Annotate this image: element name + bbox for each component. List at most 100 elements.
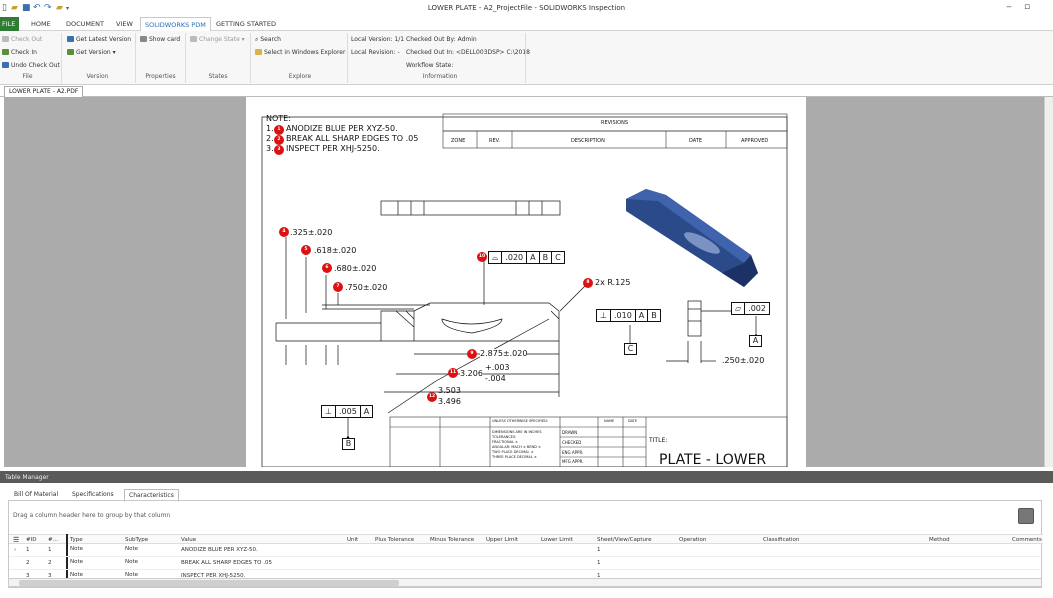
tab-document[interactable]: DOCUMENT — [62, 19, 108, 29]
local-version: Local Version: 1/1 — [351, 36, 405, 43]
drawing-viewer[interactable]: NOTE: 1. ANODIZE BLUE PER XYZ-50. 2. BRE… — [4, 97, 1044, 468]
dimension-2875: 2.875±.020 — [480, 349, 528, 358]
title-bar: ▯ ▰ ■ ↶ ↷ ▰ ▾ LOWER PLATE - A2_ProjectFi… — [0, 0, 1053, 17]
minimize-button[interactable]: ‒ — [1001, 2, 1017, 12]
note-2-text: BREAK ALL SHARP EDGES TO .05 — [286, 134, 419, 143]
scrollbar-thumb[interactable] — [19, 580, 399, 586]
col-method[interactable]: Method — [929, 537, 950, 543]
explorer-folder-icon — [255, 49, 262, 55]
balloon-1[interactable]: 1 — [274, 125, 284, 135]
ribbon-separator — [250, 33, 251, 83]
col-subtype[interactable]: SubType — [125, 537, 148, 543]
note-1-text: ANODIZE BLUE PER XYZ-50. — [286, 124, 398, 133]
flatness-icon: ▱ — [732, 303, 746, 314]
search-icon: ⌕ — [255, 36, 259, 43]
get-latest-version-button[interactable]: Get Latest Version — [67, 36, 131, 43]
show-card-button[interactable]: Show card — [140, 36, 180, 43]
balloon-10[interactable]: 10 — [477, 252, 487, 262]
dimension-3503: 3.503 — [438, 386, 461, 395]
grid-options-icon[interactable] — [1018, 508, 1034, 524]
tab-getting-started[interactable]: GETTING STARTED — [212, 19, 280, 29]
maximize-button[interactable]: ▫ — [1019, 2, 1035, 12]
balloon-7[interactable]: 7 — [333, 282, 343, 292]
show-card-label: Show card — [149, 36, 181, 43]
tb-part-title: PLATE - LOWER — [659, 452, 767, 468]
dimension-250: .250±.020 — [722, 356, 765, 365]
dimension-618: .618±.020 — [314, 246, 357, 255]
col-operation[interactable]: Operation — [679, 537, 706, 543]
group-by-area[interactable]: Drag a column header here to group by th… — [13, 512, 170, 519]
check-out-icon — [2, 36, 9, 42]
balloon-12[interactable]: 12 — [427, 392, 437, 402]
balloon-6[interactable]: 6 — [322, 263, 332, 273]
tb-checked: CHECKED — [562, 440, 582, 445]
group-file: File — [22, 73, 33, 80]
col-lower-limit[interactable]: Lower Limit — [541, 537, 573, 543]
dimension-680: .680±.020 — [334, 264, 377, 273]
change-state-label: Change State ▾ — [199, 36, 245, 43]
change-state-button[interactable]: Change State ▾ — [190, 36, 245, 43]
col-plus-tolerance[interactable]: Plus Tolerance — [375, 537, 414, 543]
fcf-perp-left-datum-a: A — [363, 407, 370, 416]
col-classification[interactable]: Classification — [763, 537, 799, 543]
note-2-number: 2. — [266, 134, 274, 143]
tab-bill-of-material[interactable]: Bill Of Material — [10, 489, 62, 500]
check-in-icon — [2, 49, 9, 55]
table-row[interactable]: › 1 1 Note Note ANODIZE BLUE PER XYZ-50.… — [9, 545, 1043, 557]
workflow-state: Workflow State: — [406, 62, 454, 69]
col-id[interactable]: #ID — [26, 537, 36, 543]
balloon-8[interactable]: 8 — [583, 278, 593, 288]
tab-home[interactable]: HOME — [27, 19, 55, 29]
fcf-perpendicularity-right: ⊥ .010 A B — [596, 309, 661, 322]
undo-check-out-button[interactable]: Undo Check Out — [2, 62, 60, 69]
tab-file[interactable]: FILE — [0, 17, 19, 31]
column-chooser-icon[interactable]: ☰ — [13, 536, 19, 544]
check-in-button[interactable]: Check In — [2, 49, 37, 56]
rev-col-rev: REV. — [489, 138, 500, 144]
col-unit[interactable]: Unit — [347, 537, 358, 543]
balloon-3[interactable]: 3 — [274, 145, 284, 155]
col-num[interactable]: #... — [48, 537, 58, 543]
tb-drawn: DRAWN — [562, 430, 578, 435]
rev-col-zone: ZONE — [451, 138, 466, 144]
viewer-vertical-scrollbar[interactable] — [1044, 97, 1053, 467]
col-sheet-view-capture[interactable]: Sheet/View/Capture — [597, 537, 652, 543]
fcf-perp-right-tol: .010 — [611, 310, 636, 321]
tb-mfg-appr: MFG APPR. — [562, 459, 584, 464]
search-button[interactable]: ⌕ Search — [255, 36, 281, 44]
window-title: LOWER PLATE - A2_ProjectFile - SOLIDWORK… — [427, 4, 626, 12]
document-tab[interactable]: LOWER PLATE - A2.PDF — [4, 86, 84, 97]
grid-horizontal-scrollbar[interactable] — [8, 578, 1042, 587]
col-value[interactable]: Value — [181, 537, 196, 543]
cell-id: 1 — [26, 547, 30, 553]
col-comments[interactable]: Comments — [1012, 537, 1042, 543]
tb-eng-appr: ENG APPR. — [562, 450, 584, 455]
perpendicularity-icon: ⊥ — [322, 406, 336, 417]
grid-header: ☰ #ID #... Type SubType Value Unit Plus … — [9, 534, 1043, 544]
tab-specifications[interactable]: Specifications — [68, 489, 118, 500]
balloon-11[interactable]: 11 — [448, 368, 458, 378]
table-row[interactable]: 2 2 Note Note BREAK ALL SHARP EDGES TO .… — [9, 558, 1043, 570]
checked-out-in: Checked Out In: <DELL003DSP> C:\2018 — [406, 49, 530, 56]
characteristics-grid: Drag a column header here to group by th… — [8, 500, 1043, 588]
tab-view[interactable]: VIEW — [112, 19, 137, 29]
balloon-4[interactable]: 4 — [279, 227, 289, 237]
cell-id: 2 — [26, 560, 30, 566]
get-latest-version-icon — [67, 36, 74, 42]
perpendicularity-icon: ⊥ — [597, 310, 611, 321]
col-upper-limit[interactable]: Upper Limit — [486, 537, 518, 543]
balloon-2[interactable]: 2 — [274, 135, 284, 145]
balloon-5[interactable]: 5 — [301, 245, 311, 255]
balloon-9[interactable]: 9 — [467, 349, 477, 359]
col-type[interactable]: Type — [70, 537, 83, 543]
fcf-perpendicularity-left: ⊥ .005 A — [321, 405, 374, 418]
cell-sheet: 1 — [597, 560, 601, 566]
tab-solidworks-pdm[interactable]: SOLIDWORKS PDM — [140, 17, 211, 32]
show-card-icon — [140, 36, 147, 42]
col-minus-tolerance[interactable]: Minus Tolerance — [430, 537, 474, 543]
cell-num: 2 — [48, 560, 52, 566]
get-version-button[interactable]: Get Version ▾ — [67, 49, 116, 56]
select-in-explorer-button[interactable]: Select in Windows Explorer — [255, 49, 345, 56]
check-out-button[interactable]: Check Out — [2, 36, 42, 43]
dimension-radius: 2x R.125 — [595, 278, 631, 287]
